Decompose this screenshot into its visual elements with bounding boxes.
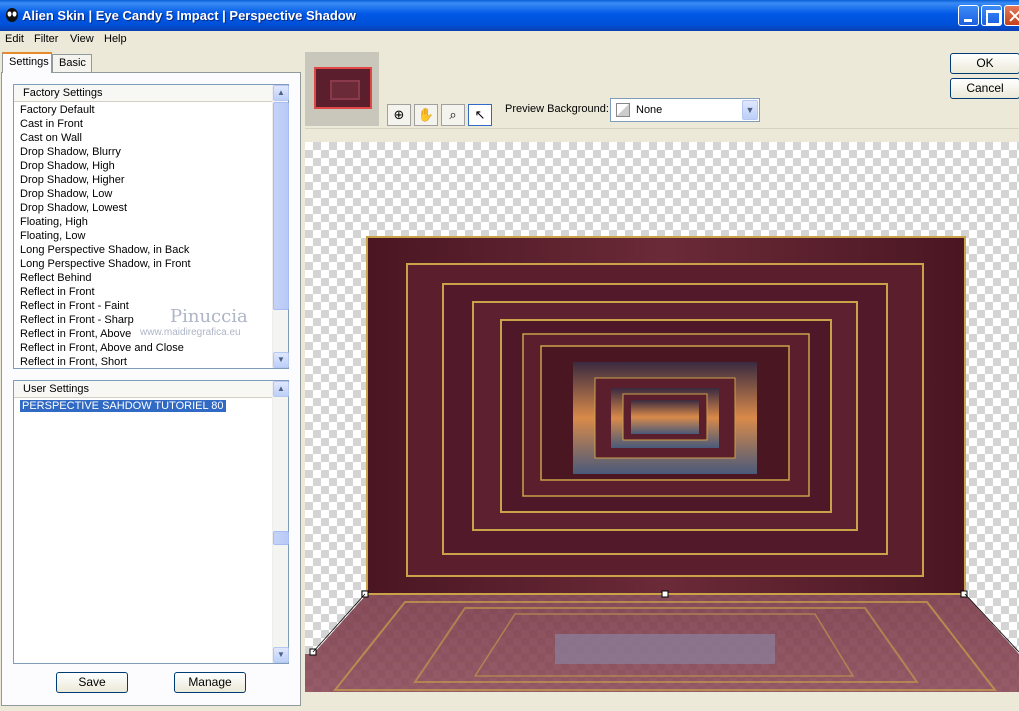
list-item[interactable]: Reflect in Front, Above — [14, 327, 272, 341]
user-settings-items: PERSPECTIVE SAHDOW TUTORIEL 80 — [14, 399, 272, 663]
user-scrollbar[interactable]: ▲ ▼ — [272, 381, 289, 663]
cancel-button[interactable]: Cancel — [950, 78, 1019, 99]
factory-settings-list[interactable]: Factory Settings Factory Default Cast in … — [13, 84, 289, 369]
scroll-thumb[interactable] — [273, 531, 289, 545]
minimize-button[interactable] — [958, 5, 979, 26]
list-item[interactable]: Reflect Behind — [14, 271, 272, 285]
preview-canvas[interactable] — [305, 142, 1019, 692]
preview-background-label: Preview Background: — [505, 103, 609, 115]
list-item[interactable]: Reflect in Front, Short — [14, 355, 272, 368]
menu-bar: Edit Filter View Help — [0, 31, 1019, 50]
menu-edit[interactable]: Edit — [5, 33, 24, 45]
factory-settings-header: Factory Settings — [14, 85, 288, 102]
preview-background-value: None — [636, 104, 663, 116]
preview-background-select[interactable]: None ▼ — [610, 98, 760, 122]
list-item[interactable]: Reflect in Front, Above and Close — [14, 341, 272, 355]
magnifier-icon[interactable]: ⌕ — [441, 104, 465, 126]
zoom-fit-icon[interactable]: ⊕ — [387, 104, 411, 126]
scroll-up-icon[interactable]: ▲ — [273, 381, 289, 397]
ok-button[interactable]: OK — [950, 53, 1019, 74]
list-item[interactable]: Drop Shadow, Low — [14, 187, 272, 201]
list-item[interactable]: Reflect in Front - Sharp — [14, 313, 272, 327]
divider — [305, 128, 1019, 142]
user-setting-label: PERSPECTIVE SAHDOW TUTORIEL 80 — [20, 400, 226, 412]
scroll-down-icon[interactable]: ▼ — [273, 352, 289, 368]
checker-swatch-icon — [616, 103, 630, 117]
arrow-pointer-icon[interactable]: ↖ — [468, 104, 492, 126]
menu-view[interactable]: View — [70, 33, 94, 45]
list-item[interactable]: PERSPECTIVE SAHDOW TUTORIEL 80 — [14, 399, 272, 413]
factory-scrollbar[interactable]: ▲ ▼ — [272, 85, 289, 368]
tab-basic[interactable]: Basic — [52, 54, 92, 73]
maximize-button[interactable] — [981, 5, 1002, 26]
preview-image — [305, 236, 1019, 692]
menu-help[interactable]: Help — [104, 33, 127, 45]
user-settings-header: User Settings — [14, 381, 288, 398]
factory-settings-items: Factory Default Cast in Front Cast on Wall… — [14, 103, 272, 368]
list-item[interactable]: Floating, Low — [14, 229, 272, 243]
list-item[interactable]: Floating, High — [14, 215, 272, 229]
list-item[interactable]: Drop Shadow, Lowest — [14, 201, 272, 215]
save-button[interactable]: Save — [56, 672, 128, 693]
scroll-up-icon[interactable]: ▲ — [273, 85, 289, 101]
chevron-down-icon[interactable]: ▼ — [742, 100, 758, 120]
scroll-down-icon[interactable]: ▼ — [273, 647, 289, 663]
navigator-thumbnail[interactable] — [305, 52, 379, 126]
user-settings-list[interactable]: User Settings PERSPECTIVE SAHDOW TUTORIE… — [13, 380, 289, 664]
list-item[interactable]: Long Perspective Shadow, in Back — [14, 243, 272, 257]
window-title: Alien Skin | Eye Candy 5 Impact | Perspe… — [22, 8, 356, 23]
list-item[interactable]: Cast on Wall — [14, 131, 272, 145]
tab-settings[interactable]: Settings — [2, 52, 52, 73]
close-button[interactable] — [1004, 5, 1019, 26]
manage-button[interactable]: Manage — [174, 672, 246, 693]
list-item[interactable]: Reflect in Front - Faint — [14, 299, 272, 313]
title-bar: Alien Skin | Eye Candy 5 Impact | Perspe… — [0, 0, 1019, 31]
status-strip — [305, 692, 1019, 711]
list-item[interactable]: Drop Shadow, Blurry — [14, 145, 272, 159]
thumbnail-image[interactable] — [314, 67, 372, 109]
list-item[interactable]: Long Perspective Shadow, in Front — [14, 257, 272, 271]
list-item[interactable]: Drop Shadow, Higher — [14, 173, 272, 187]
menu-filter[interactable]: Filter — [34, 33, 58, 45]
list-item[interactable]: Cast in Front — [14, 117, 272, 131]
list-item[interactable]: Factory Default — [14, 103, 272, 117]
alien-skin-icon — [6, 8, 18, 22]
list-item[interactable]: Drop Shadow, High — [14, 159, 272, 173]
scroll-thumb[interactable] — [273, 102, 289, 310]
hand-icon[interactable]: ✋ — [414, 104, 438, 126]
list-item[interactable]: Reflect in Front — [14, 285, 272, 299]
